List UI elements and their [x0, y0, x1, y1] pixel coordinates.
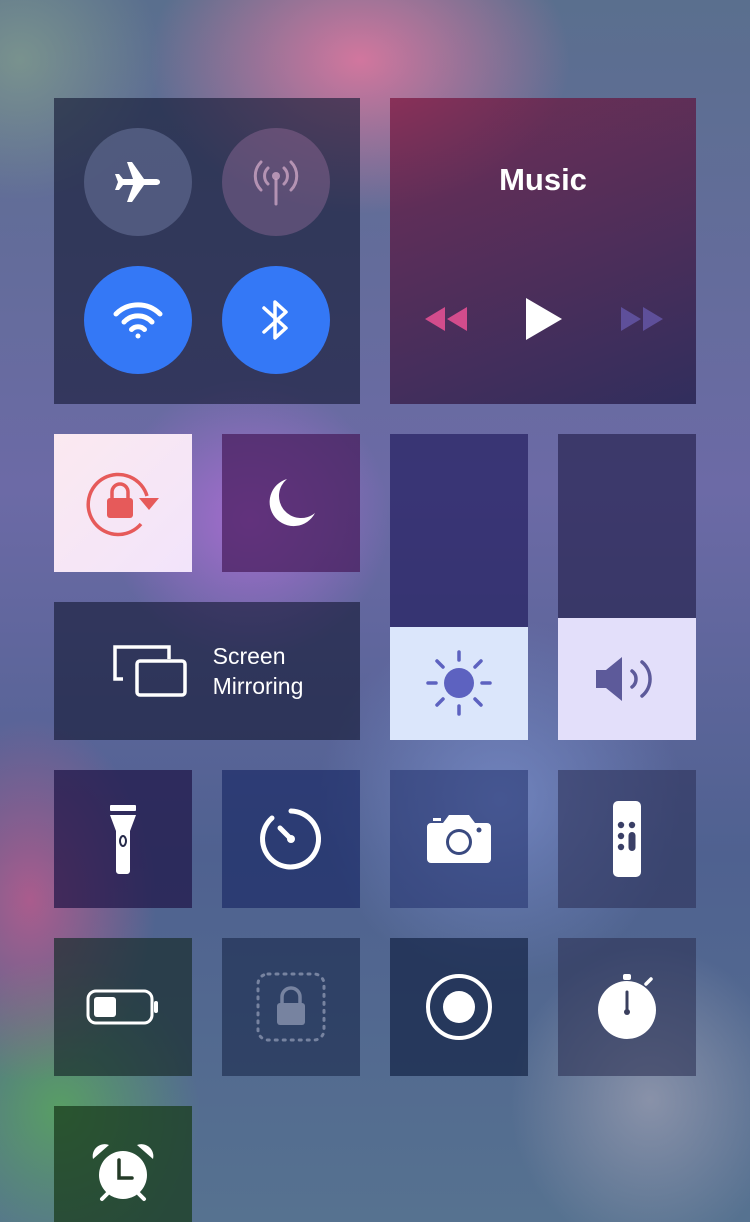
screen-mirroring-label-line2: Mirroring	[212, 673, 304, 699]
screen-mirroring-label: Screen Mirroring	[213, 641, 304, 701]
guided-access-button[interactable]	[222, 938, 360, 1076]
fast-forward-icon	[621, 307, 663, 331]
brightness-slider[interactable]	[390, 434, 528, 740]
flashlight-icon	[110, 805, 136, 874]
music-title: Music	[499, 162, 587, 197]
screen-recording-button[interactable]	[390, 938, 528, 1076]
screen-mirroring-button[interactable]: Screen Mirroring	[54, 602, 360, 740]
apple-tv-remote-icon	[613, 801, 641, 877]
screen-mirroring-label-line1: Screen	[212, 643, 286, 669]
play-icon	[526, 298, 562, 340]
camera-icon	[427, 815, 491, 863]
speaker-icon	[596, 656, 652, 701]
sun-icon	[426, 650, 492, 717]
volume-slider[interactable]	[558, 434, 696, 740]
screen-recording-icon	[426, 974, 492, 1040]
alarm-icon	[92, 1144, 154, 1201]
rotation-lock-icon	[86, 472, 159, 537]
rotation-lock-button[interactable]	[54, 434, 192, 572]
camera-button[interactable]	[390, 770, 528, 908]
wifi-button[interactable]	[84, 266, 192, 374]
connectivity-panel	[54, 98, 360, 404]
apple-tv-remote-button[interactable]	[558, 770, 696, 908]
rewind-icon	[425, 307, 467, 331]
play-button[interactable]	[518, 293, 570, 345]
stopwatch-button[interactable]	[558, 938, 696, 1076]
timer-button[interactable]	[222, 770, 360, 908]
cellular-data-button[interactable]	[222, 128, 330, 236]
flashlight-button[interactable]	[54, 770, 192, 908]
guided-access-icon	[256, 972, 326, 1042]
stopwatch-icon	[598, 974, 656, 1039]
moon-icon	[269, 479, 315, 527]
timer-icon	[260, 808, 322, 870]
bluetooth-icon	[262, 300, 288, 340]
low-power-mode-button[interactable]	[54, 938, 192, 1076]
airplane-mode-button[interactable]	[84, 128, 192, 236]
music-panel[interactable]: Music	[390, 98, 696, 404]
brightness-slider-fill	[390, 626, 528, 740]
wifi-icon	[113, 302, 163, 339]
volume-slider-fill	[558, 617, 696, 740]
do-not-disturb-button[interactable]	[222, 434, 360, 572]
screen-mirroring-icon	[112, 645, 187, 697]
cellular-antenna-icon	[253, 160, 299, 206]
rewind-button[interactable]	[420, 298, 472, 340]
low-power-battery-icon	[86, 989, 158, 1025]
alarm-button[interactable]	[54, 1106, 192, 1222]
bluetooth-button[interactable]	[222, 266, 330, 374]
fast-forward-button[interactable]	[616, 298, 668, 340]
airplane-icon	[115, 162, 160, 202]
